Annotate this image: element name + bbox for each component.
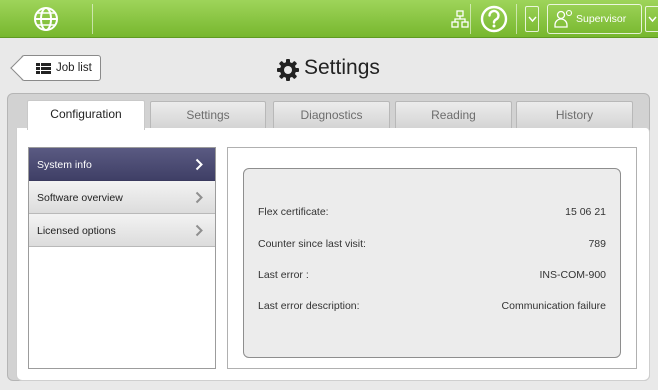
info-key: Flex certificate: [258,206,329,218]
info-value: 15 06 21 [565,206,606,218]
info-value: Communication failure [501,300,606,312]
job-list-label: Job list [56,62,92,74]
info-key: Last error : [258,269,309,281]
network-icon [451,10,469,28]
help-dropdown-button[interactable] [525,6,539,32]
user-icon [554,9,573,28]
system-info-card [243,168,621,358]
job-list-icon [36,63,51,74]
menu-item-licensed-options[interactable]: Licensed options [29,214,215,247]
info-key: Last error description: [258,300,360,312]
back-arrow-shape [10,55,36,81]
menu-item-label: System info [37,159,92,171]
job-list-button[interactable]: Job list [10,55,101,81]
chevron-down-icon [648,16,657,23]
chevron-down-icon [528,16,537,23]
page-title: Settings [304,56,380,79]
tab-history[interactable]: History [516,101,633,128]
help-button[interactable] [478,4,510,34]
user-menu-button[interactable]: Supervisor [547,4,642,34]
tab-configuration[interactable]: Configuration [27,100,145,130]
side-menu: System info Software overview Licensed o… [28,147,216,369]
tab-reading[interactable]: Reading [395,101,512,128]
separator [516,4,517,34]
chevron-right-icon [195,158,203,171]
separator [92,4,93,34]
tab-diagnostics[interactable]: Diagnostics [273,101,390,128]
info-value: 789 [588,238,606,250]
chevron-right-icon [195,191,203,204]
user-dropdown-button[interactable] [645,6,658,32]
tab-settings[interactable]: Settings [150,101,266,128]
menu-item-system-info[interactable]: System info [29,148,215,181]
separator [470,4,471,34]
globe-icon[interactable] [32,5,60,33]
menu-item-label: Software overview [37,192,123,204]
menu-item-label: Licensed options [37,225,116,237]
chevron-right-icon [195,224,203,237]
user-name: Supervisor [576,13,627,25]
info-value: INS-COM-900 [539,269,606,281]
top-bar: Supervisor [0,0,658,38]
menu-item-software-overview[interactable]: Software overview [29,181,215,214]
gear-icon [277,59,299,81]
info-key: Counter since last visit: [258,238,366,250]
